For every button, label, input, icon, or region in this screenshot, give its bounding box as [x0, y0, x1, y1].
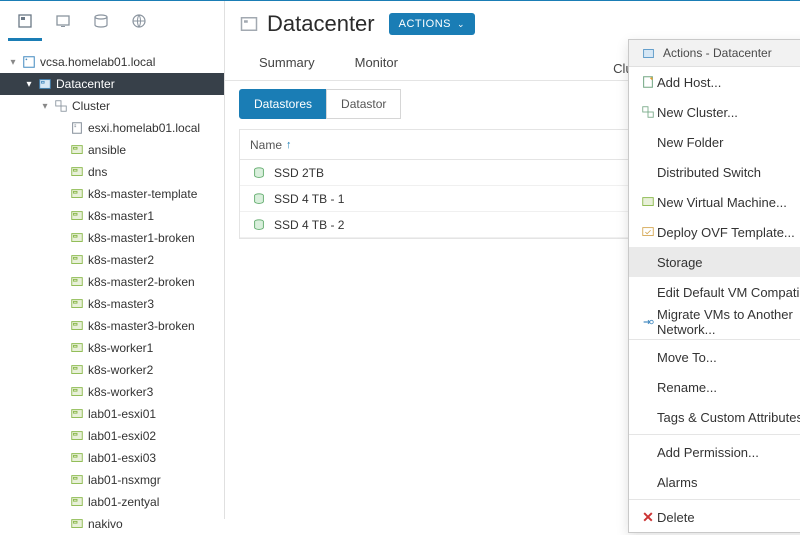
actions-menu: Actions - Datacenter Add Host...New Clus…: [628, 39, 800, 533]
host-icon: [68, 121, 86, 135]
menu-item-new-folder[interactable]: New Folder▶: [629, 127, 800, 157]
vm-icon: [68, 275, 86, 289]
menu-separator: [629, 434, 800, 435]
vm-icon: [68, 165, 86, 179]
menu-item-distributed-switch[interactable]: Distributed Switch▶: [629, 157, 800, 187]
subtab-datastores[interactable]: Datastores: [239, 89, 327, 119]
tree-vm[interactable]: lab01-esxi02: [0, 425, 224, 447]
tree-vm[interactable]: nakivo: [0, 513, 224, 535]
menu-item-add-host[interactable]: Add Host...: [629, 67, 800, 97]
chevron-down-icon: ▾: [22, 79, 36, 90]
menu-item-edit-default-vm-compatibility[interactable]: Edit Default VM Compatibility...: [629, 277, 800, 307]
subtab-datastore-clusters[interactable]: Datastor: [326, 89, 401, 119]
menu-item-icon: [639, 225, 657, 239]
storage-view-icon[interactable]: [82, 7, 120, 35]
menu-item-storage[interactable]: Storage▶: [629, 247, 800, 277]
tree-vm[interactable]: k8s-master1: [0, 205, 224, 227]
vm-icon: [68, 209, 86, 223]
col-name[interactable]: Name ↑: [240, 138, 302, 152]
vm-icon: [68, 297, 86, 311]
inventory-tree: ▾ vcsa.homelab01.local ▾ Datacenter ▾ Cl…: [0, 51, 224, 535]
datastore-icon: [250, 218, 268, 232]
vm-icon: [68, 429, 86, 443]
menu-item-icon: [639, 195, 657, 209]
vm-icon: [68, 231, 86, 245]
vm-icon: [68, 451, 86, 465]
menu-item-new-virtual-machine[interactable]: New Virtual Machine...: [629, 187, 800, 217]
datacenter-icon: [36, 77, 54, 91]
menu-item-rename[interactable]: Rename...: [629, 372, 800, 402]
chevron-down-icon: ▾: [6, 57, 20, 68]
tree-vm[interactable]: k8s-master3: [0, 293, 224, 315]
datacenter-icon: [639, 47, 657, 60]
menu-item-delete[interactable]: ✕Delete: [629, 502, 800, 532]
tree-vm[interactable]: k8s-worker1: [0, 337, 224, 359]
tree-vm[interactable]: k8s-master2-broken: [0, 271, 224, 293]
tree-vm[interactable]: k8s-master2: [0, 249, 224, 271]
cluster-icon: [52, 99, 70, 113]
vm-icon: [68, 385, 86, 399]
vm-icon: [68, 473, 86, 487]
chevron-down-icon: ⌄: [457, 19, 465, 30]
tree-root[interactable]: ▾ vcsa.homelab01.local: [0, 51, 224, 73]
vms-view-icon[interactable]: [44, 7, 82, 35]
vm-icon: [68, 341, 86, 355]
tree-vm[interactable]: k8s-master3-broken: [0, 315, 224, 337]
menu-item-tags-custom-attributes[interactable]: Tags & Custom Attributes▶: [629, 402, 800, 432]
page-title: Datacenter: [267, 11, 375, 37]
tree-vm[interactable]: dns: [0, 161, 224, 183]
menu-item-icon: ✕: [639, 509, 657, 526]
datastore-icon: [250, 192, 268, 206]
vm-icon: [68, 253, 86, 267]
tree-vm[interactable]: lab01-nsxmgr: [0, 469, 224, 491]
delete-icon: ✕: [642, 509, 654, 526]
tree-vm[interactable]: k8s-master-template: [0, 183, 224, 205]
vm-icon: [68, 319, 86, 333]
datacenter-icon: [239, 14, 259, 34]
vm-icon: [68, 407, 86, 421]
chevron-down-icon: ▾: [38, 101, 52, 112]
vm-icon: [68, 187, 86, 201]
tree-vm[interactable]: k8s-worker3: [0, 381, 224, 403]
menu-item-icon: [639, 105, 657, 119]
vm-icon: [68, 363, 86, 377]
menu-item-new-cluster[interactable]: New Cluster...: [629, 97, 800, 127]
menu-item-icon: [639, 315, 657, 329]
hosts-view-icon[interactable]: [6, 7, 44, 35]
menu-item-migrate-vms-to-another-network[interactable]: Migrate VMs to Another Network...: [629, 307, 800, 337]
vm-icon: [68, 517, 86, 531]
tree-vm[interactable]: k8s-worker2: [0, 359, 224, 381]
sort-asc-icon: ↑: [286, 139, 292, 151]
inventory-sidebar: ▾ vcsa.homelab01.local ▾ Datacenter ▾ Cl…: [0, 1, 225, 519]
tree-host[interactable]: esxi.homelab01.local: [0, 117, 224, 139]
vm-icon: [68, 143, 86, 157]
tab-monitor[interactable]: Monitor: [335, 47, 418, 80]
tree-vm[interactable]: k8s-master1-broken: [0, 227, 224, 249]
menu-separator: [629, 339, 800, 340]
tree-vm[interactable]: lab01-zentyal: [0, 491, 224, 513]
menu-header: Actions - Datacenter: [629, 40, 800, 67]
menu-item-move-to[interactable]: Move To...: [629, 342, 800, 372]
datastore-icon: [250, 166, 268, 180]
tree-vm[interactable]: lab01-esxi01: [0, 403, 224, 425]
vm-icon: [68, 495, 86, 509]
tree-datacenter[interactable]: ▾ Datacenter: [0, 73, 224, 95]
menu-item-icon: [639, 75, 657, 89]
tree-cluster[interactable]: ▾ Cluster: [0, 95, 224, 117]
tab-summary[interactable]: Summary: [239, 47, 335, 80]
menu-item-add-permission[interactable]: Add Permission...: [629, 437, 800, 467]
vcenter-icon: [20, 55, 38, 69]
tree-vm[interactable]: lab01-esxi03: [0, 447, 224, 469]
menu-separator: [629, 499, 800, 500]
menu-item-alarms[interactable]: Alarms▶: [629, 467, 800, 497]
menu-item-deploy-ovf-template[interactable]: Deploy OVF Template...: [629, 217, 800, 247]
tree-vm[interactable]: ansible: [0, 139, 224, 161]
actions-button[interactable]: ACTIONS ⌄: [389, 13, 475, 35]
network-view-icon[interactable]: [120, 7, 158, 35]
